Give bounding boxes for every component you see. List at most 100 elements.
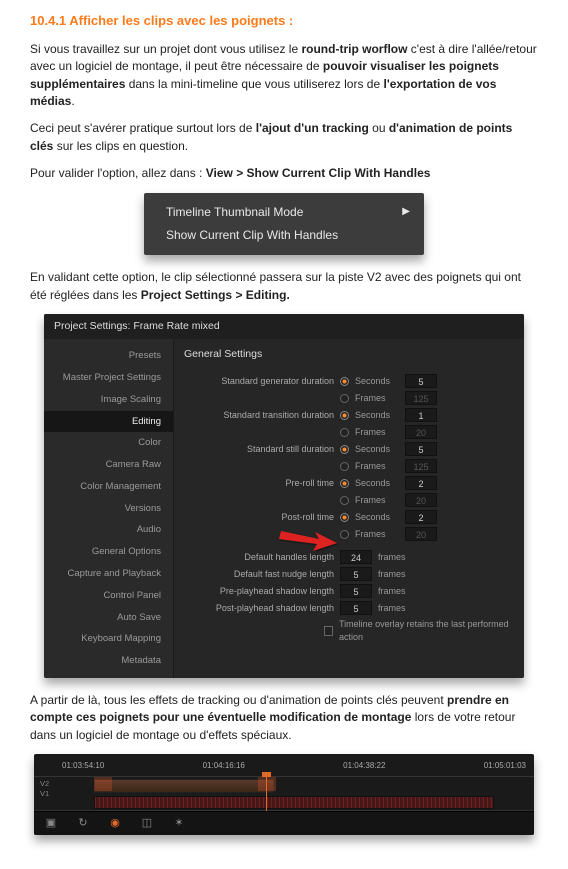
sidebar-item-image-scaling[interactable]: Image Scaling [44, 389, 173, 411]
unit-frames: Frames [355, 426, 399, 439]
radio-seconds[interactable] [340, 513, 349, 522]
sidebar-item-audio[interactable]: Audio [44, 519, 173, 541]
timeline-toolbar: ▣ ↻ ◉ ◫ ✶ [34, 811, 534, 835]
paragraph-3: Pour valider l'option, allez dans : View… [30, 165, 538, 182]
radio-frames[interactable] [340, 496, 349, 505]
tool-loop-icon[interactable]: ↻ [76, 817, 90, 829]
clip-handle-left[interactable] [94, 777, 112, 791]
input-pre-shadow[interactable]: 5 [340, 584, 372, 598]
unit-seconds: Seconds [355, 409, 399, 422]
paragraph-1: Si vous travaillez sur un projet dont vo… [30, 41, 538, 111]
settings-title: Project Settings: Frame Rate mixed [44, 314, 524, 339]
menu-item-thumbnail-mode[interactable]: Timeline Thumbnail Mode ▶ [144, 201, 424, 224]
clip-handle-right[interactable] [258, 777, 276, 791]
input-preroll-seconds[interactable]: 2 [405, 476, 437, 490]
settings-section-title: General Settings [184, 345, 514, 364]
section-heading: 10.4.1 Afficher les clips avec les poign… [30, 12, 538, 31]
input-preroll-frames: 20 [405, 493, 437, 507]
submenu-arrow-icon: ▶ [402, 205, 410, 220]
label-std-transition: Standard transition duration [184, 409, 334, 422]
menu-path: View > Show Current Clip With Handles [206, 166, 431, 180]
text: ou [372, 121, 389, 135]
timecode: 01:04:16:16 [203, 760, 245, 772]
track-label-v2: V2 [40, 779, 49, 790]
input-std-still-frames: 125 [405, 459, 437, 473]
sidebar-item-versions[interactable]: Versions [44, 498, 173, 520]
radio-seconds[interactable] [340, 479, 349, 488]
sidebar-item-master-project-settings[interactable]: Master Project Settings [44, 367, 173, 389]
figure-project-settings: Project Settings: Frame Rate mixed Prese… [44, 314, 524, 678]
unit-seconds: Seconds [355, 375, 399, 388]
text: Ceci peut s'avérer pratique surtout lors… [30, 121, 256, 135]
bold-term: round-trip worflow [301, 42, 410, 56]
timecode: 01:04:38:22 [343, 760, 385, 772]
figure-mini-timeline: 01:03:54:10 01:04:16:16 01:04:38:22 01:0… [34, 754, 534, 835]
input-default-handles[interactable]: 24 [340, 550, 372, 564]
bold-term: l'ajout d'un tracking [256, 121, 372, 135]
input-postroll-seconds[interactable]: 2 [405, 510, 437, 524]
radio-seconds[interactable] [340, 445, 349, 454]
menu-item-show-handles[interactable]: Show Current Clip With Handles [144, 224, 424, 247]
input-fast-nudge[interactable]: 5 [340, 567, 372, 581]
figure-menu-popup: Timeline Thumbnail Mode ▶ Show Current C… [144, 193, 424, 256]
input-std-still-seconds[interactable]: 5 [405, 442, 437, 456]
unit-frames: Frames [355, 460, 399, 473]
text: . [71, 94, 74, 108]
radio-seconds[interactable] [340, 377, 349, 386]
input-std-gen-frames: 125 [405, 391, 437, 405]
checkbox-timeline-overlay[interactable] [324, 626, 333, 636]
label-std-still: Standard still duration [184, 443, 334, 456]
radio-seconds[interactable] [340, 411, 349, 420]
sidebar-item-metadata[interactable]: Metadata [44, 650, 173, 672]
unit-seconds: Seconds [355, 511, 399, 524]
audio-waveform[interactable] [94, 796, 494, 809]
menu-item-label: Timeline Thumbnail Mode [166, 204, 303, 221]
unit-frames: Frames [355, 392, 399, 405]
tool-crop-icon[interactable]: ◫ [140, 817, 154, 829]
label-pre-shadow: Pre-playhead shadow length [184, 585, 334, 598]
label-post-shadow: Post-playhead shadow length [184, 602, 334, 615]
sidebar-item-camera-raw[interactable]: Camera Raw [44, 454, 173, 476]
track-label-v1: V1 [40, 789, 49, 800]
input-std-trans-seconds[interactable]: 1 [405, 408, 437, 422]
radio-frames[interactable] [340, 394, 349, 403]
radio-frames[interactable] [340, 530, 349, 539]
paragraph-2: Ceci peut s'avérer pratique surtout lors… [30, 120, 538, 155]
paragraph-4: En validant cette option, le clip sélect… [30, 269, 538, 304]
label-timeline-overlay: Timeline overlay retains the last perfor… [339, 618, 514, 644]
paragraph-5: A partir de là, tous les effets de track… [30, 692, 538, 744]
label-preroll: Pre-roll time [184, 477, 334, 490]
unit-frames: frames [378, 568, 422, 581]
clip-v2[interactable] [94, 779, 274, 793]
radio-frames[interactable] [340, 428, 349, 437]
radio-frames[interactable] [340, 462, 349, 471]
sidebar-item-color[interactable]: Color [44, 432, 173, 454]
settings-sidebar: PresetsMaster Project SettingsImage Scal… [44, 339, 174, 677]
unit-frames: Frames [355, 528, 399, 541]
input-postroll-frames: 20 [405, 527, 437, 541]
label-postroll: Post-roll time [184, 511, 334, 524]
input-std-gen-seconds[interactable]: 5 [405, 374, 437, 388]
sidebar-item-auto-save[interactable]: Auto Save [44, 607, 173, 629]
tool-camera-icon[interactable]: ▣ [44, 817, 58, 829]
track-labels: V2 V1 [40, 779, 49, 800]
sidebar-item-control-panel[interactable]: Control Panel [44, 585, 173, 607]
timeline-ruler: 01:03:54:10 01:04:16:16 01:04:38:22 01:0… [34, 760, 534, 777]
sidebar-item-general-options[interactable]: General Options [44, 541, 173, 563]
playhead[interactable] [266, 777, 267, 811]
input-post-shadow[interactable]: 5 [340, 601, 372, 615]
sidebar-item-editing[interactable]: Editing [44, 411, 173, 433]
tool-record-icon[interactable]: ◉ [108, 817, 122, 829]
tool-star-icon[interactable]: ✶ [172, 817, 186, 829]
timecode: 01:05:01:03 [484, 760, 526, 772]
settings-main-panel: General Settings Standard generator dura… [174, 339, 524, 677]
unit-seconds: Seconds [355, 477, 399, 490]
sidebar-item-color-management[interactable]: Color Management [44, 476, 173, 498]
sidebar-item-capture-and-playback[interactable]: Capture and Playback [44, 563, 173, 585]
sidebar-item-presets[interactable]: Presets [44, 345, 173, 367]
timeline-tracks[interactable]: V2 V1 [34, 777, 534, 811]
menu-path: Project Settings > Editing. [141, 288, 290, 302]
sidebar-item-keyboard-mapping[interactable]: Keyboard Mapping [44, 628, 173, 650]
input-std-trans-frames: 20 [405, 425, 437, 439]
unit-seconds: Seconds [355, 443, 399, 456]
